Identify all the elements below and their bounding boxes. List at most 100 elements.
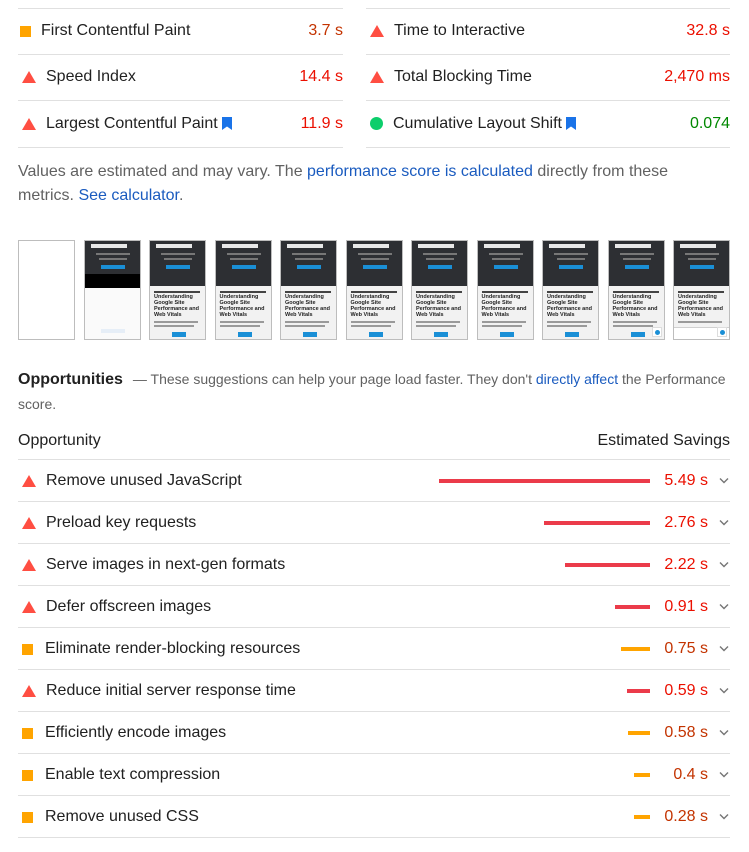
- metric-label: Cumulative Layout Shift: [393, 114, 562, 132]
- savings-value: 2.76 s: [664, 513, 708, 531]
- opportunity-label: Eliminate render-blocking resources: [45, 639, 301, 657]
- filmstrip-frame: Understanding Google Site Performance an…: [607, 240, 665, 340]
- orange-square-icon: [22, 727, 33, 739]
- savings-bar: [544, 521, 650, 525]
- opportunity-label: Efficiently encode images: [45, 723, 227, 741]
- opportunity-label: Enable text compression: [45, 765, 221, 783]
- savings-bar: [615, 605, 650, 609]
- metric-time-to-interactive: Time to Interactive 32.8 s: [366, 8, 730, 55]
- metric-speed-index: Speed Index 14.4 s: [18, 55, 343, 101]
- metric-value: 32.8 s: [686, 22, 730, 40]
- metric-label: First Contentful Paint: [41, 22, 191, 40]
- opportunities-list: Remove unused JavaScript 5.49 s Preload ke…: [18, 460, 730, 838]
- savings-value: 0.4 s: [673, 765, 708, 783]
- metric-label: Largest Contentful Paint: [46, 114, 218, 132]
- bookmark-icon: [565, 117, 576, 131]
- frame-heading: Understanding Google Site Performance an…: [678, 294, 723, 318]
- metric-label: Total Blocking Time: [394, 68, 532, 86]
- opportunities-title: Opportunities: [18, 371, 123, 388]
- chevron-down-icon[interactable]: [718, 684, 730, 696]
- metric-value: 11.9 s: [300, 114, 343, 132]
- frame-heading: Understanding Google Site Performance an…: [154, 294, 199, 318]
- savings-value: 0.59 s: [664, 681, 708, 699]
- red-triangle-icon: [22, 474, 36, 487]
- chevron-down-icon[interactable]: [718, 768, 730, 780]
- frame-heading: Understanding Google Site Performance an…: [481, 294, 527, 318]
- savings-bar: [628, 731, 650, 735]
- metrics-column-right: Time to Interactive 32.8 s Total Blockin…: [366, 8, 730, 148]
- opportunity-row[interactable]: Defer offscreen images 0.91 s: [18, 586, 730, 628]
- opportunity-row[interactable]: Eliminate render-blocking resources 0.75 …: [18, 628, 730, 670]
- metric-value: 14.4 s: [299, 68, 343, 86]
- chevron-down-icon[interactable]: [718, 810, 730, 822]
- savings-value: 2.22 s: [664, 555, 708, 573]
- frame-heading: Understanding Google Site Performance an…: [285, 294, 330, 318]
- metric-label: Speed Index: [46, 68, 136, 86]
- filmstrip-frame: Understanding Google Site Performance an…: [673, 240, 730, 340]
- savings-value: 5.49 s: [664, 471, 708, 489]
- opportunity-row[interactable]: Serve images in next-gen formats 2.22 s: [18, 544, 730, 586]
- metric-first-contentful-paint: First Contentful Paint 3.7 s: [18, 8, 343, 55]
- opportunity-label: Reduce initial server response time: [46, 681, 296, 699]
- savings-value: 0.91 s: [664, 597, 708, 615]
- savings-bar: [439, 479, 650, 483]
- red-triangle-icon: [22, 558, 36, 571]
- filmstrip-frame: [83, 240, 141, 340]
- opportunities-header: Opportunities — These suggestions can hel…: [18, 367, 730, 416]
- chevron-down-icon[interactable]: [718, 600, 730, 612]
- red-triangle-icon: [22, 71, 36, 84]
- note-text: Values are estimated and may vary. The: [18, 163, 308, 180]
- frame-dark-band: [84, 274, 140, 288]
- filmstrip: Understanding Google Site Performance an…: [18, 240, 730, 340]
- orange-square-icon: [22, 643, 33, 655]
- opportunities-description: — These suggestions can help your page l…: [132, 371, 536, 387]
- green-circle-icon: [370, 117, 383, 131]
- opportunities-table-header: Opportunity Estimated Savings: [18, 428, 730, 460]
- opportunity-label: Remove unused JavaScript: [46, 471, 242, 489]
- savings-bar: [634, 815, 650, 819]
- red-triangle-icon: [22, 516, 36, 529]
- frame-heading: Understanding Google Site Performance an…: [219, 294, 265, 318]
- savings-bar: [634, 773, 650, 777]
- chevron-down-icon[interactable]: [718, 726, 730, 738]
- directly-affect-link[interactable]: directly affect: [536, 371, 618, 387]
- frame-heading: Understanding Google Site Performance an…: [416, 294, 461, 318]
- chat-popup-icon: [717, 327, 727, 337]
- chevron-down-icon[interactable]: [718, 642, 730, 654]
- savings-value: 0.58 s: [664, 723, 708, 741]
- metric-label-wrap: Largest Contentful Paint: [46, 115, 232, 133]
- filmstrip-frame: Understanding Google Site Performance an…: [149, 240, 206, 340]
- red-triangle-icon: [370, 71, 384, 84]
- metric-value: 0.074: [689, 114, 730, 132]
- opportunity-label: Remove unused CSS: [45, 807, 199, 825]
- performance-score-link[interactable]: performance score is calculated: [307, 163, 533, 180]
- orange-square-icon: [22, 769, 33, 781]
- metric-total-blocking-time: Total Blocking Time 2,470 ms: [366, 55, 730, 101]
- bookmark-icon: [221, 117, 232, 131]
- metric-value: 2,470 ms: [664, 68, 730, 86]
- chevron-down-icon[interactable]: [718, 516, 730, 528]
- chevron-down-icon[interactable]: [718, 558, 730, 570]
- orange-square-icon: [20, 26, 31, 38]
- savings-bar: [627, 689, 650, 693]
- red-triangle-icon: [370, 25, 384, 38]
- column-opportunity: Opportunity: [18, 432, 101, 449]
- chevron-down-icon[interactable]: [718, 474, 730, 486]
- chat-popup-icon: [651, 327, 662, 337]
- column-estimated-savings: Estimated Savings: [597, 432, 730, 449]
- filmstrip-frame: [18, 240, 75, 340]
- opportunity-row[interactable]: Remove unused CSS 0.28 s: [18, 796, 730, 838]
- metric-label: Time to Interactive: [394, 22, 526, 40]
- opportunity-row[interactable]: Enable text compression 0.4 s: [18, 754, 730, 796]
- metric-label-wrap: Cumulative Layout Shift: [393, 115, 576, 133]
- opportunity-row[interactable]: Efficiently encode images 0.58 s: [18, 712, 730, 754]
- opportunity-label: Defer offscreen images: [46, 597, 212, 615]
- see-calculator-link[interactable]: See calculator: [78, 187, 179, 204]
- opportunity-row[interactable]: Preload key requests 2.76 s: [18, 502, 730, 544]
- metrics-note: Values are estimated and may vary. The p…: [18, 160, 718, 208]
- metric-value: 3.7 s: [308, 22, 343, 40]
- filmstrip-frame: Understanding Google Site Performance an…: [345, 240, 403, 340]
- red-triangle-icon: [22, 684, 36, 697]
- opportunity-row[interactable]: Reduce initial server response time 0.59 …: [18, 670, 730, 712]
- opportunity-row[interactable]: Remove unused JavaScript 5.49 s: [18, 460, 730, 502]
